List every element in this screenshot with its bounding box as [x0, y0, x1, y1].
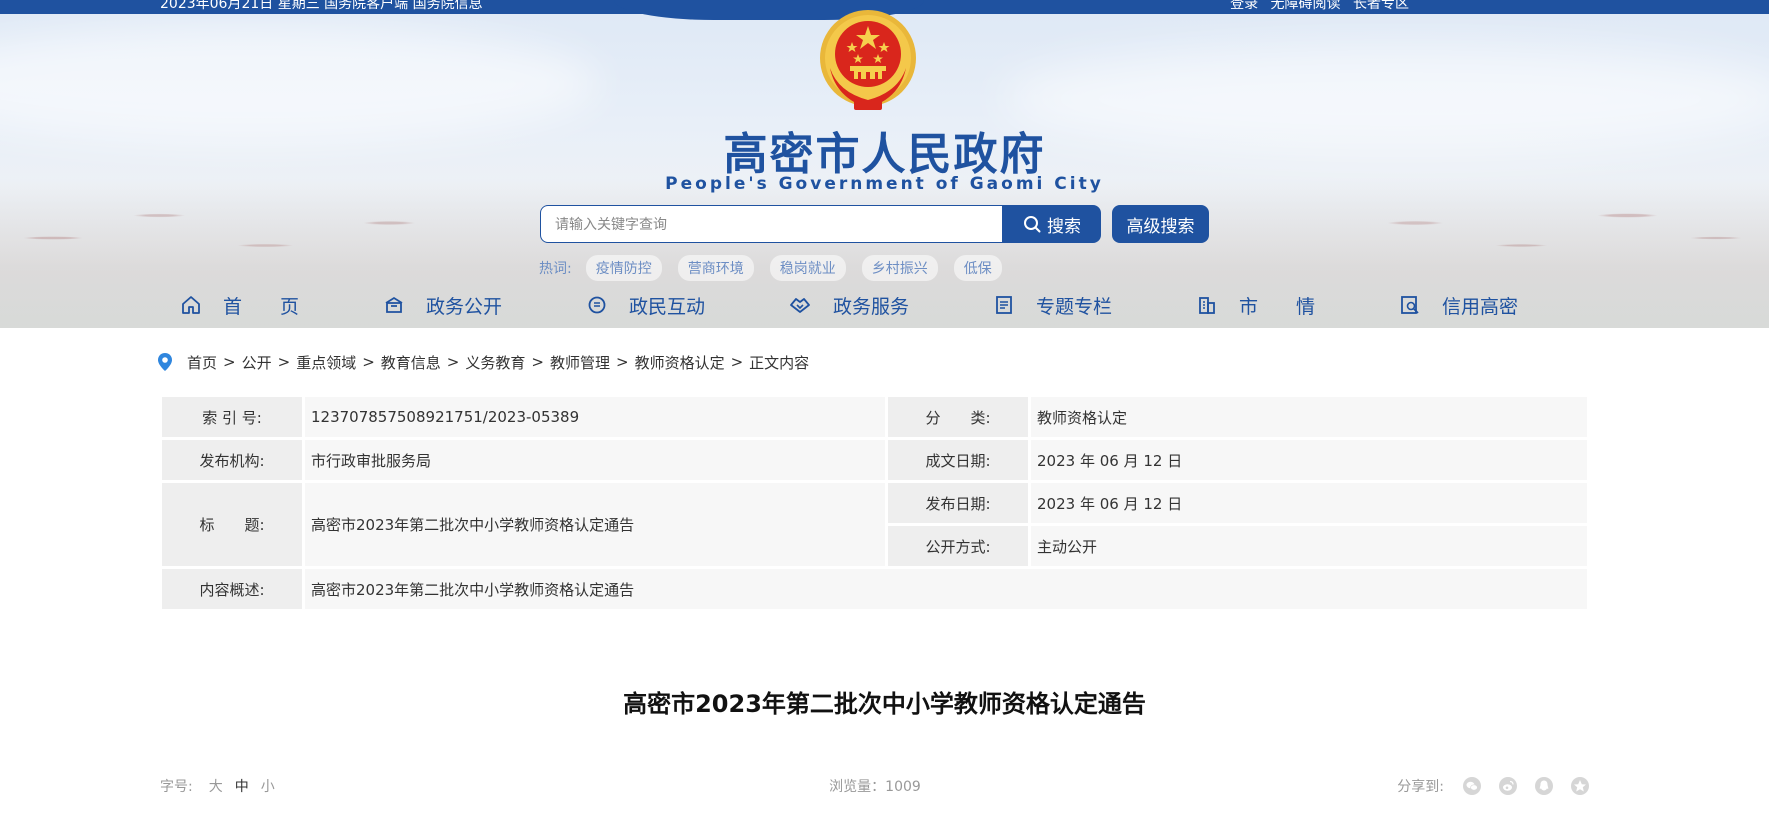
- top-bar-right: 登录 无障碍阅读 长者专区: [1222, 0, 1409, 13]
- document-meta-table: 索 引 号: 123707857508921751/2023-05389 分 类…: [159, 394, 1590, 612]
- disclosure-mode-value: 主动公开: [1031, 526, 1587, 566]
- search-button-label: 搜索: [1047, 216, 1081, 237]
- home-icon: [182, 296, 200, 314]
- search-button[interactable]: 搜索: [1003, 205, 1101, 243]
- nav-item-city[interactable]: 市 情: [1197, 288, 1315, 322]
- handshake-icon: [790, 298, 810, 313]
- nav-item-credit[interactable]: 信用高密: [1400, 288, 1518, 322]
- nav-label: 政务公开: [426, 295, 503, 318]
- building-icon: [385, 296, 403, 313]
- hotword-item[interactable]: 营商环境: [677, 255, 754, 281]
- login-link[interactable]: 登录: [1230, 0, 1258, 12]
- nav-label: 政务服务: [833, 295, 910, 318]
- breadcrumb-item[interactable]: 重点领域: [296, 352, 356, 373]
- national-emblem-icon: [820, 10, 916, 110]
- table-row: 索 引 号: 123707857508921751/2023-05389 分 类…: [162, 397, 1587, 437]
- publish-date-label: 发布日期:: [888, 483, 1028, 523]
- nav-item-topics[interactable]: 专题专栏: [994, 288, 1112, 322]
- breadcrumb-item[interactable]: 首页: [187, 352, 217, 373]
- top-link-app[interactable]: 国务院客户端: [324, 0, 408, 12]
- title-value: 高密市2023年第二批次中小学教师资格认定通告: [305, 483, 885, 566]
- nav-item-public[interactable]: 政务公开: [384, 288, 502, 322]
- breadcrumb-item[interactable]: 公开: [242, 352, 272, 373]
- location-pin-icon: [158, 353, 172, 371]
- qq-icon[interactable]: [1534, 776, 1554, 796]
- hotwords-label: 热词:: [539, 261, 572, 277]
- nav-label: 首 页: [223, 295, 300, 318]
- category-label: 分 类:: [888, 397, 1028, 437]
- title-label: 标 题:: [162, 483, 302, 566]
- site-subtitle: People's Government of Gaomi City: [665, 174, 1104, 194]
- share-label: 分享到:: [1397, 779, 1444, 795]
- nav-label: 信用高密: [1442, 295, 1519, 318]
- breadcrumb-item[interactable]: 教师管理: [550, 352, 610, 373]
- index-value: 123707857508921751/2023-05389: [305, 397, 885, 437]
- main-nav: 首 页 政务公开 政民互动 政务服务 专题专栏 市 情 信用高密: [0, 288, 1769, 322]
- wechat-icon[interactable]: [1462, 776, 1482, 796]
- qzone-icon[interactable]: [1570, 776, 1590, 796]
- breadcrumb-item[interactable]: 教育信息: [381, 352, 441, 373]
- table-row: 发布机构: 市行政审批服务局 成文日期: 2023 年 06 月 12 日: [162, 440, 1587, 480]
- hotword-item[interactable]: 稳岗就业: [769, 255, 846, 281]
- nav-label: 专题专栏: [1036, 295, 1113, 318]
- summary-value: 高密市2023年第二批次中小学教师资格认定通告: [305, 569, 1587, 609]
- article-tools: 字号: 大 中 小 浏览量：1009 分享到:: [160, 776, 1590, 798]
- current-date: 2023年06月21日 星期三: [160, 0, 320, 12]
- breadcrumb: 首页 > 公开 > 重点领域 > 教育信息 > 义务教育 > 教师管理 > 教师资格认定 > …: [157, 350, 809, 374]
- nav-label: 政民互动: [629, 295, 706, 318]
- category-value: 教师资格认定: [1031, 397, 1587, 437]
- nav-label: 市 情: [1239, 295, 1316, 318]
- nav-item-services[interactable]: 政务服务: [789, 288, 909, 322]
- publish-date-value: 2023 年 06 月 12 日: [1031, 483, 1587, 523]
- table-row: 标 题: 高密市2023年第二批次中小学教师资格认定通告 发布日期: 2023 …: [162, 483, 1587, 566]
- breadcrumb-item[interactable]: 义务教育: [465, 352, 525, 373]
- credit-icon: [1401, 296, 1419, 314]
- document-icon: [996, 296, 1012, 314]
- hotword-item[interactable]: 低保: [953, 255, 1002, 281]
- advanced-search-button[interactable]: 高级搜索: [1112, 205, 1209, 243]
- nav-item-interaction[interactable]: 政民互动: [587, 288, 705, 322]
- disclosure-mode-label: 公开方式:: [888, 526, 1028, 566]
- hotword-item[interactable]: 疫情防控: [585, 255, 662, 281]
- top-link-info[interactable]: 国务院信息: [413, 0, 483, 12]
- elderly-link[interactable]: 长者专区: [1353, 0, 1409, 12]
- written-date-value: 2023 年 06 月 12 日: [1031, 440, 1587, 480]
- search-icon: [1024, 216, 1041, 233]
- org-label: 发布机构:: [162, 440, 302, 480]
- table-row: 内容概述: 高密市2023年第二批次中小学教师资格认定通告: [162, 569, 1587, 609]
- share-bar: 分享到:: [1397, 776, 1590, 796]
- breadcrumb-item[interactable]: 教师资格认定: [635, 352, 725, 373]
- accessibility-link[interactable]: 无障碍阅读: [1271, 0, 1341, 12]
- hotwords-bar: 热词: 疫情防控 营商环境 稳岗就业 乡村振兴 低保: [539, 255, 1018, 281]
- site-title: 高密市人民政府: [723, 129, 1046, 180]
- article-title: 高密市2023年第二批次中小学教师资格认定通告: [623, 690, 1146, 718]
- breadcrumb-current: 正文内容: [749, 353, 810, 372]
- index-label: 索 引 号:: [162, 397, 302, 437]
- search-input[interactable]: [553, 206, 997, 244]
- org-value: 市行政审批服务局: [305, 440, 885, 480]
- top-bar-left: 2023年06月21日 星期三 国务院客户端 国务院信息: [160, 0, 483, 13]
- written-date-label: 成文日期:: [888, 440, 1028, 480]
- city-icon: [1199, 297, 1215, 314]
- weibo-icon[interactable]: [1498, 776, 1518, 796]
- search-box: [540, 205, 1003, 244]
- chat-icon: [588, 296, 606, 314]
- summary-label: 内容概述:: [162, 569, 302, 609]
- nav-item-home[interactable]: 首 页: [181, 288, 299, 322]
- view-count: 浏览量：1009: [829, 779, 921, 795]
- hotword-item[interactable]: 乡村振兴: [861, 255, 938, 281]
